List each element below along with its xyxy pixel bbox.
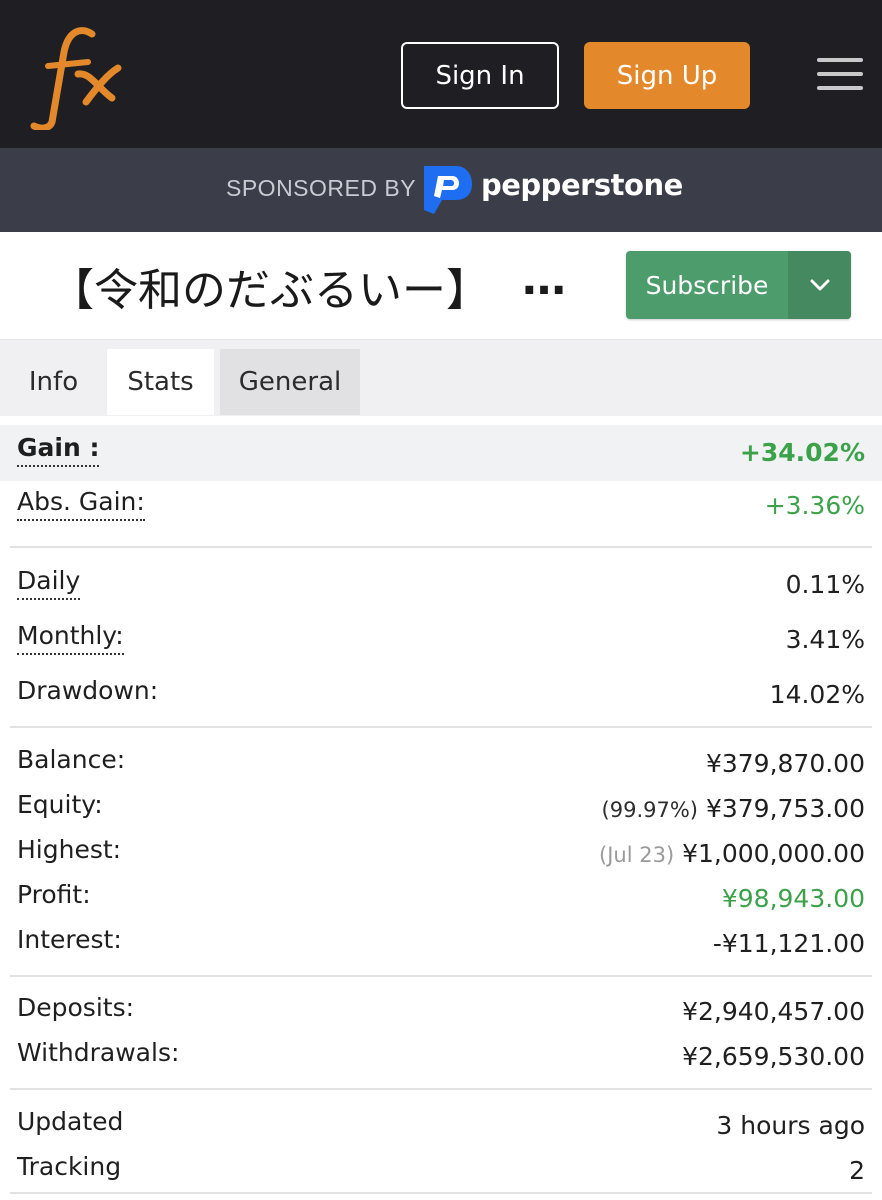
stat-row-interest: Interest: -¥11,121.00 <box>0 921 882 967</box>
highest-value-group: (Jul 23) ¥1,000,000.00 <box>599 839 865 868</box>
pepperstone-brand-text[interactable]: pepperstone <box>481 168 683 202</box>
title-ellipsis: … <box>522 254 566 305</box>
equity-value-group: (99.97%) ¥379,753.00 <box>602 794 865 823</box>
stat-row-equity: Equity: (99.97%) ¥379,753.00 <box>0 786 882 832</box>
highest-date: (Jul 23) <box>599 843 675 867</box>
stat-row-balance: Balance: ¥379,870.00 <box>0 741 882 787</box>
section-divider <box>10 546 872 548</box>
fx-logo[interactable] <box>28 22 128 130</box>
interest-label: Interest: <box>17 925 122 954</box>
gain-label[interactable]: Gain : <box>17 433 100 467</box>
stat-row-daily: Daily 0.11% <box>0 562 882 608</box>
tab-general[interactable]: General <box>220 349 360 415</box>
equity-value: ¥379,753.00 <box>705 794 865 823</box>
stat-row-updated: Updated 3 hours ago <box>0 1103 882 1149</box>
stat-row-abs-gain: Abs. Gain: +3.36% <box>0 483 882 529</box>
sign-in-button[interactable]: Sign In <box>401 42 559 109</box>
section-divider <box>10 726 872 728</box>
sponsor-label: SPONSORED BY <box>226 175 417 201</box>
highest-value: ¥1,000,000.00 <box>682 839 865 868</box>
section-divider <box>10 1088 872 1090</box>
subscribe-dropdown-toggle[interactable] <box>788 251 851 319</box>
abs-gain-value: +3.36% <box>764 491 865 520</box>
stat-row-withdrawals: Withdrawals: ¥2,659,530.00 <box>0 1034 882 1080</box>
section-divider <box>10 975 872 977</box>
deposits-value: ¥2,940,457.00 <box>682 997 865 1026</box>
tracking-value[interactable]: 2 <box>849 1156 865 1185</box>
tab-bar: Info Stats General <box>0 340 882 416</box>
stat-row-drawdown: Drawdown: 14.02% <box>0 672 882 718</box>
subscribe-button[interactable]: Subscribe <box>626 251 851 319</box>
subscribe-label[interactable]: Subscribe <box>626 251 788 319</box>
balance-label: Balance: <box>17 745 126 774</box>
chevron-down-icon <box>810 279 829 291</box>
withdrawals-label: Withdrawals: <box>17 1038 180 1067</box>
stat-row-highest: Highest: (Jul 23) ¥1,000,000.00 <box>0 831 882 877</box>
stat-row-deposits: Deposits: ¥2,940,457.00 <box>0 989 882 1035</box>
deposits-label: Deposits: <box>17 993 135 1022</box>
abs-gain-label[interactable]: Abs. Gain: <box>17 487 145 521</box>
stat-row-monthly: Monthly: 3.41% <box>0 617 882 663</box>
stat-row-gain: Gain : +34.02% <box>0 425 882 481</box>
withdrawals-value: ¥2,659,530.00 <box>682 1042 865 1071</box>
tracking-label: Tracking <box>17 1152 122 1181</box>
updated-value: 3 hours ago <box>716 1111 865 1140</box>
interest-value: -¥11,121.00 <box>712 929 865 958</box>
top-navigation-bar: Sign In Sign Up <box>0 0 882 148</box>
monthly-label[interactable]: Monthly: <box>17 621 124 655</box>
daily-label[interactable]: Daily <box>17 566 81 600</box>
monthly-value: 3.41% <box>785 625 865 654</box>
section-divider <box>10 1192 872 1194</box>
page-title: 【令和のだぶるいー】 <box>50 265 490 316</box>
drawdown-value: 14.02% <box>769 680 865 709</box>
sign-up-button[interactable]: Sign Up <box>584 42 750 109</box>
equity-label: Equity: <box>17 790 103 819</box>
profit-label: Profit: <box>17 880 91 909</box>
drawdown-label: Drawdown: <box>17 676 159 705</box>
profit-value: ¥98,943.00 <box>721 884 865 913</box>
hamburger-menu-icon[interactable] <box>817 58 865 92</box>
stat-row-profit: Profit: ¥98,943.00 <box>0 876 882 922</box>
tab-info[interactable]: Info <box>0 349 107 415</box>
updated-label: Updated <box>17 1107 124 1136</box>
highest-label: Highest: <box>17 835 122 864</box>
tab-stats[interactable]: Stats <box>107 349 214 415</box>
balance-value: ¥379,870.00 <box>705 749 865 778</box>
equity-percent: (99.97%) <box>601 798 698 822</box>
pepperstone-logo-icon[interactable] <box>420 166 472 214</box>
stat-row-tracking: Tracking 2 <box>0 1148 882 1194</box>
gain-value: +34.02% <box>739 438 865 467</box>
daily-value: 0.11% <box>785 570 865 599</box>
